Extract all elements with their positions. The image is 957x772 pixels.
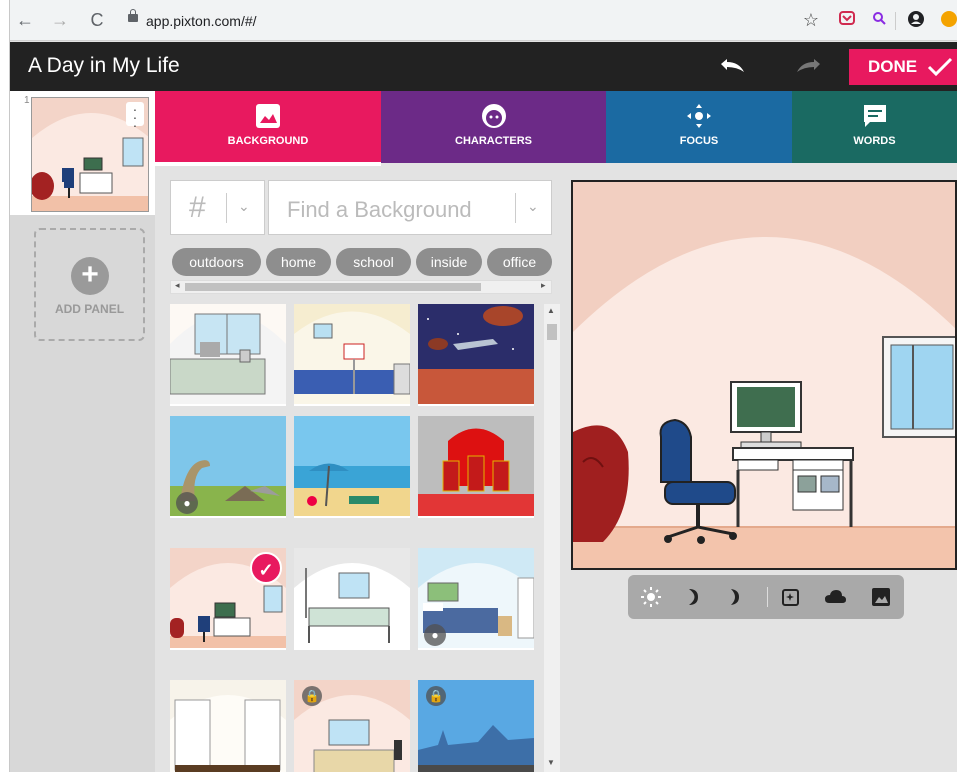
- hash-filter-dropdown[interactable]: # ⌄: [170, 180, 265, 235]
- toolbar-divider: [767, 587, 768, 607]
- done-button[interactable]: DONE: [849, 49, 957, 85]
- chevron-down-icon: ⌄: [238, 198, 250, 214]
- speech-icon: [863, 105, 886, 127]
- done-label: DONE: [868, 57, 918, 76]
- app-header: A Day in My Life DONE: [10, 42, 957, 91]
- chips-scrollbar[interactable]: ◂ ▸: [170, 280, 552, 294]
- background-library: # ⌄ Find a Background ⌄ outdoors home sc…: [155, 166, 562, 772]
- hash-label: #: [189, 191, 206, 224]
- search-row: # ⌄ Find a Background ⌄: [170, 180, 552, 235]
- sparkle-frame-icon[interactable]: [780, 586, 802, 608]
- back-icon[interactable]: ←: [14, 9, 36, 31]
- sun-icon[interactable]: [640, 586, 662, 608]
- panel-thumbnail[interactable]: · · ·: [31, 97, 149, 212]
- comic-title[interactable]: A Day in My Life: [28, 54, 180, 78]
- tab-characters[interactable]: CHARACTERS: [381, 91, 606, 163]
- background-grid: ● ✓ ● 🔒 🔒: [170, 304, 542, 772]
- bookmark-star-icon[interactable]: ☆: [800, 10, 822, 30]
- lock-icon: 🔒: [302, 686, 322, 706]
- lighting-toolbar: [628, 575, 904, 619]
- background-tile[interactable]: 🔒: [294, 680, 410, 772]
- window-edge: [0, 0, 10, 772]
- search-placeholder: Find a Background: [287, 197, 472, 222]
- lock-icon: [128, 9, 138, 22]
- background-tile[interactable]: [170, 304, 286, 406]
- add-panel-button[interactable]: + ADD PANEL: [34, 228, 145, 341]
- undo-icon[interactable]: [715, 52, 749, 80]
- background-tile-selected[interactable]: ✓: [170, 548, 286, 650]
- background-tile[interactable]: ●: [418, 548, 534, 650]
- image-icon: [256, 104, 280, 128]
- chip-outdoors[interactable]: outdoors: [172, 248, 261, 276]
- chip-school[interactable]: school: [336, 248, 411, 276]
- tab-background[interactable]: BACKGROUND: [155, 91, 381, 163]
- panel-menu-icon[interactable]: · · ·: [126, 102, 144, 132]
- notification-icon[interactable]: [938, 10, 957, 34]
- grid-scrollbar[interactable]: ▲ ▼: [544, 304, 560, 772]
- address-bar[interactable]: app.pixton.com/#/: [146, 9, 257, 33]
- redo-icon[interactable]: [792, 52, 826, 80]
- reload-icon[interactable]: C: [86, 9, 108, 31]
- scroll-up-icon[interactable]: ▲: [547, 306, 555, 315]
- panel-number: 1: [24, 95, 30, 106]
- scroll-right-icon[interactable]: ▸: [541, 280, 546, 291]
- toolbar-divider: [895, 12, 896, 30]
- pocket-extension-icon[interactable]: [836, 10, 858, 32]
- face-icon: [481, 104, 506, 128]
- divider: [515, 193, 516, 223]
- selected-check-icon: ✓: [250, 552, 282, 584]
- divider: [226, 193, 227, 223]
- background-tile[interactable]: ●: [170, 416, 286, 518]
- moon-half-icon[interactable]: [682, 586, 704, 608]
- panel-item[interactable]: 1 · · ·: [10, 91, 155, 215]
- chip-home[interactable]: home: [266, 248, 331, 276]
- tab-words[interactable]: WORDS: [792, 91, 957, 163]
- tab-label: WORDS: [853, 135, 896, 147]
- scroll-down-icon[interactable]: ▼: [547, 758, 555, 767]
- image-icon[interactable]: [870, 586, 892, 608]
- background-tile[interactable]: 🔒: [418, 680, 534, 772]
- background-tile[interactable]: [294, 416, 410, 518]
- lock-icon: 🔒: [426, 686, 446, 706]
- checkmark-icon: [927, 57, 953, 77]
- background-tile[interactable]: [418, 416, 534, 518]
- cloud-icon[interactable]: [824, 586, 846, 608]
- comic-panel-canvas[interactable]: [571, 180, 957, 570]
- background-tile[interactable]: [170, 680, 286, 772]
- paw-icon: ●: [424, 624, 446, 646]
- plus-icon: +: [71, 257, 109, 295]
- tab-label: FOCUS: [679, 135, 719, 147]
- chevron-down-icon[interactable]: ⌄: [527, 198, 539, 215]
- search-input[interactable]: Find a Background ⌄: [268, 180, 552, 235]
- scroll-left-icon[interactable]: ◂: [175, 280, 180, 291]
- move-icon: [687, 104, 711, 128]
- tab-focus[interactable]: FOCUS: [606, 91, 792, 163]
- panel-strip: 1 · · · + ADD PANEL: [10, 91, 155, 772]
- tab-label: BACKGROUND: [227, 135, 309, 147]
- search-extension-icon[interactable]: [868, 10, 890, 32]
- background-tile[interactable]: [294, 304, 410, 406]
- forward-icon[interactable]: →: [49, 9, 71, 31]
- background-tile[interactable]: [418, 304, 534, 406]
- browser-toolbar: ← → C app.pixton.com/#/ ☆: [0, 0, 957, 41]
- background-tile[interactable]: [294, 548, 410, 650]
- scroll-thumb[interactable]: [547, 324, 557, 340]
- chip-office[interactable]: office: [487, 248, 552, 276]
- tab-label: CHARACTERS: [455, 135, 532, 147]
- add-panel-label: ADD PANEL: [54, 302, 125, 316]
- chip-inside[interactable]: inside: [416, 248, 482, 276]
- account-icon[interactable]: [905, 10, 927, 34]
- moon-crescent-icon[interactable]: [724, 586, 746, 608]
- paw-icon: ●: [176, 492, 198, 514]
- scroll-thumb[interactable]: [185, 283, 481, 291]
